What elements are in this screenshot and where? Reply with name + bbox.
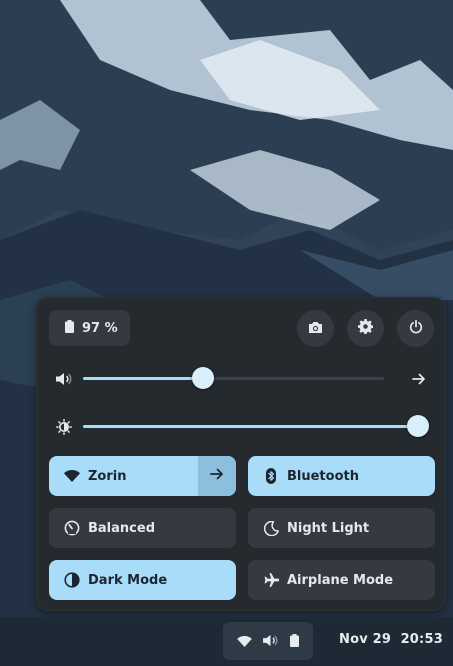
screenshot-icon — [308, 319, 323, 338]
wifi-icon — [236, 632, 252, 651]
airplane-mode-label: Airplane Mode — [287, 572, 394, 588]
dark-mode-label: Dark Mode — [88, 572, 168, 588]
taskbar: Nov 29 20:53 — [0, 617, 453, 666]
screenshot-button[interactable] — [297, 310, 334, 347]
volume-slider-knob[interactable] — [192, 367, 215, 389]
wifi-menu-button[interactable] — [198, 456, 236, 496]
bluetooth-label: Bluetooth — [287, 468, 359, 484]
dark-mode-toggle[interactable]: Dark Mode — [49, 560, 236, 600]
airplane-mode-toggle[interactable]: Airplane Mode — [248, 560, 435, 600]
power-mode-toggle[interactable]: Balanced — [49, 508, 236, 548]
brightness-slider[interactable] — [83, 415, 429, 437]
volume-slider[interactable] — [83, 367, 384, 389]
battery-status-button[interactable]: 97 % — [49, 310, 130, 346]
clock-date: Nov 29 — [339, 632, 392, 647]
bluetooth-toggle[interactable]: Bluetooth — [248, 456, 435, 496]
battery-percentage: 97 % — [82, 320, 118, 336]
gauge-icon — [64, 520, 80, 536]
brightness-slider-knob[interactable] — [407, 415, 429, 437]
clock-button[interactable]: Nov 29 20:53 — [339, 632, 443, 647]
contrast-icon — [64, 572, 80, 588]
moon-icon — [263, 520, 279, 536]
settings-button[interactable] — [347, 310, 384, 347]
clock-time: 20:53 — [400, 632, 443, 647]
brightness-icon — [55, 418, 73, 436]
arrow-right-icon — [412, 370, 426, 389]
volume-slider-fill — [83, 377, 204, 380]
speaker-icon — [55, 370, 73, 388]
quick-settings-panel: 97 % Zorin Bluetooth Balanced Night Ligh… — [36, 297, 446, 611]
airplane-icon — [263, 572, 279, 588]
battery-icon — [290, 632, 300, 651]
battery-icon — [65, 319, 74, 337]
audio-output-menu-button[interactable] — [407, 367, 431, 391]
wifi-toggle-main[interactable]: Zorin — [49, 456, 198, 496]
power-icon — [409, 319, 423, 338]
arrow-right-icon — [210, 468, 224, 484]
system-tray-button[interactable] — [223, 622, 313, 660]
night-light-toggle[interactable]: Night Light — [248, 508, 435, 548]
speaker-icon — [263, 632, 278, 651]
wifi-toggle: Zorin — [49, 456, 236, 496]
gear-icon — [358, 319, 374, 338]
power-button[interactable] — [397, 310, 434, 347]
brightness-slider-fill — [83, 425, 418, 428]
night-light-label: Night Light — [287, 520, 370, 536]
power-mode-label: Balanced — [88, 520, 155, 536]
bluetooth-icon — [263, 468, 279, 484]
wifi-network-label: Zorin — [88, 468, 127, 484]
wifi-icon — [64, 468, 80, 484]
